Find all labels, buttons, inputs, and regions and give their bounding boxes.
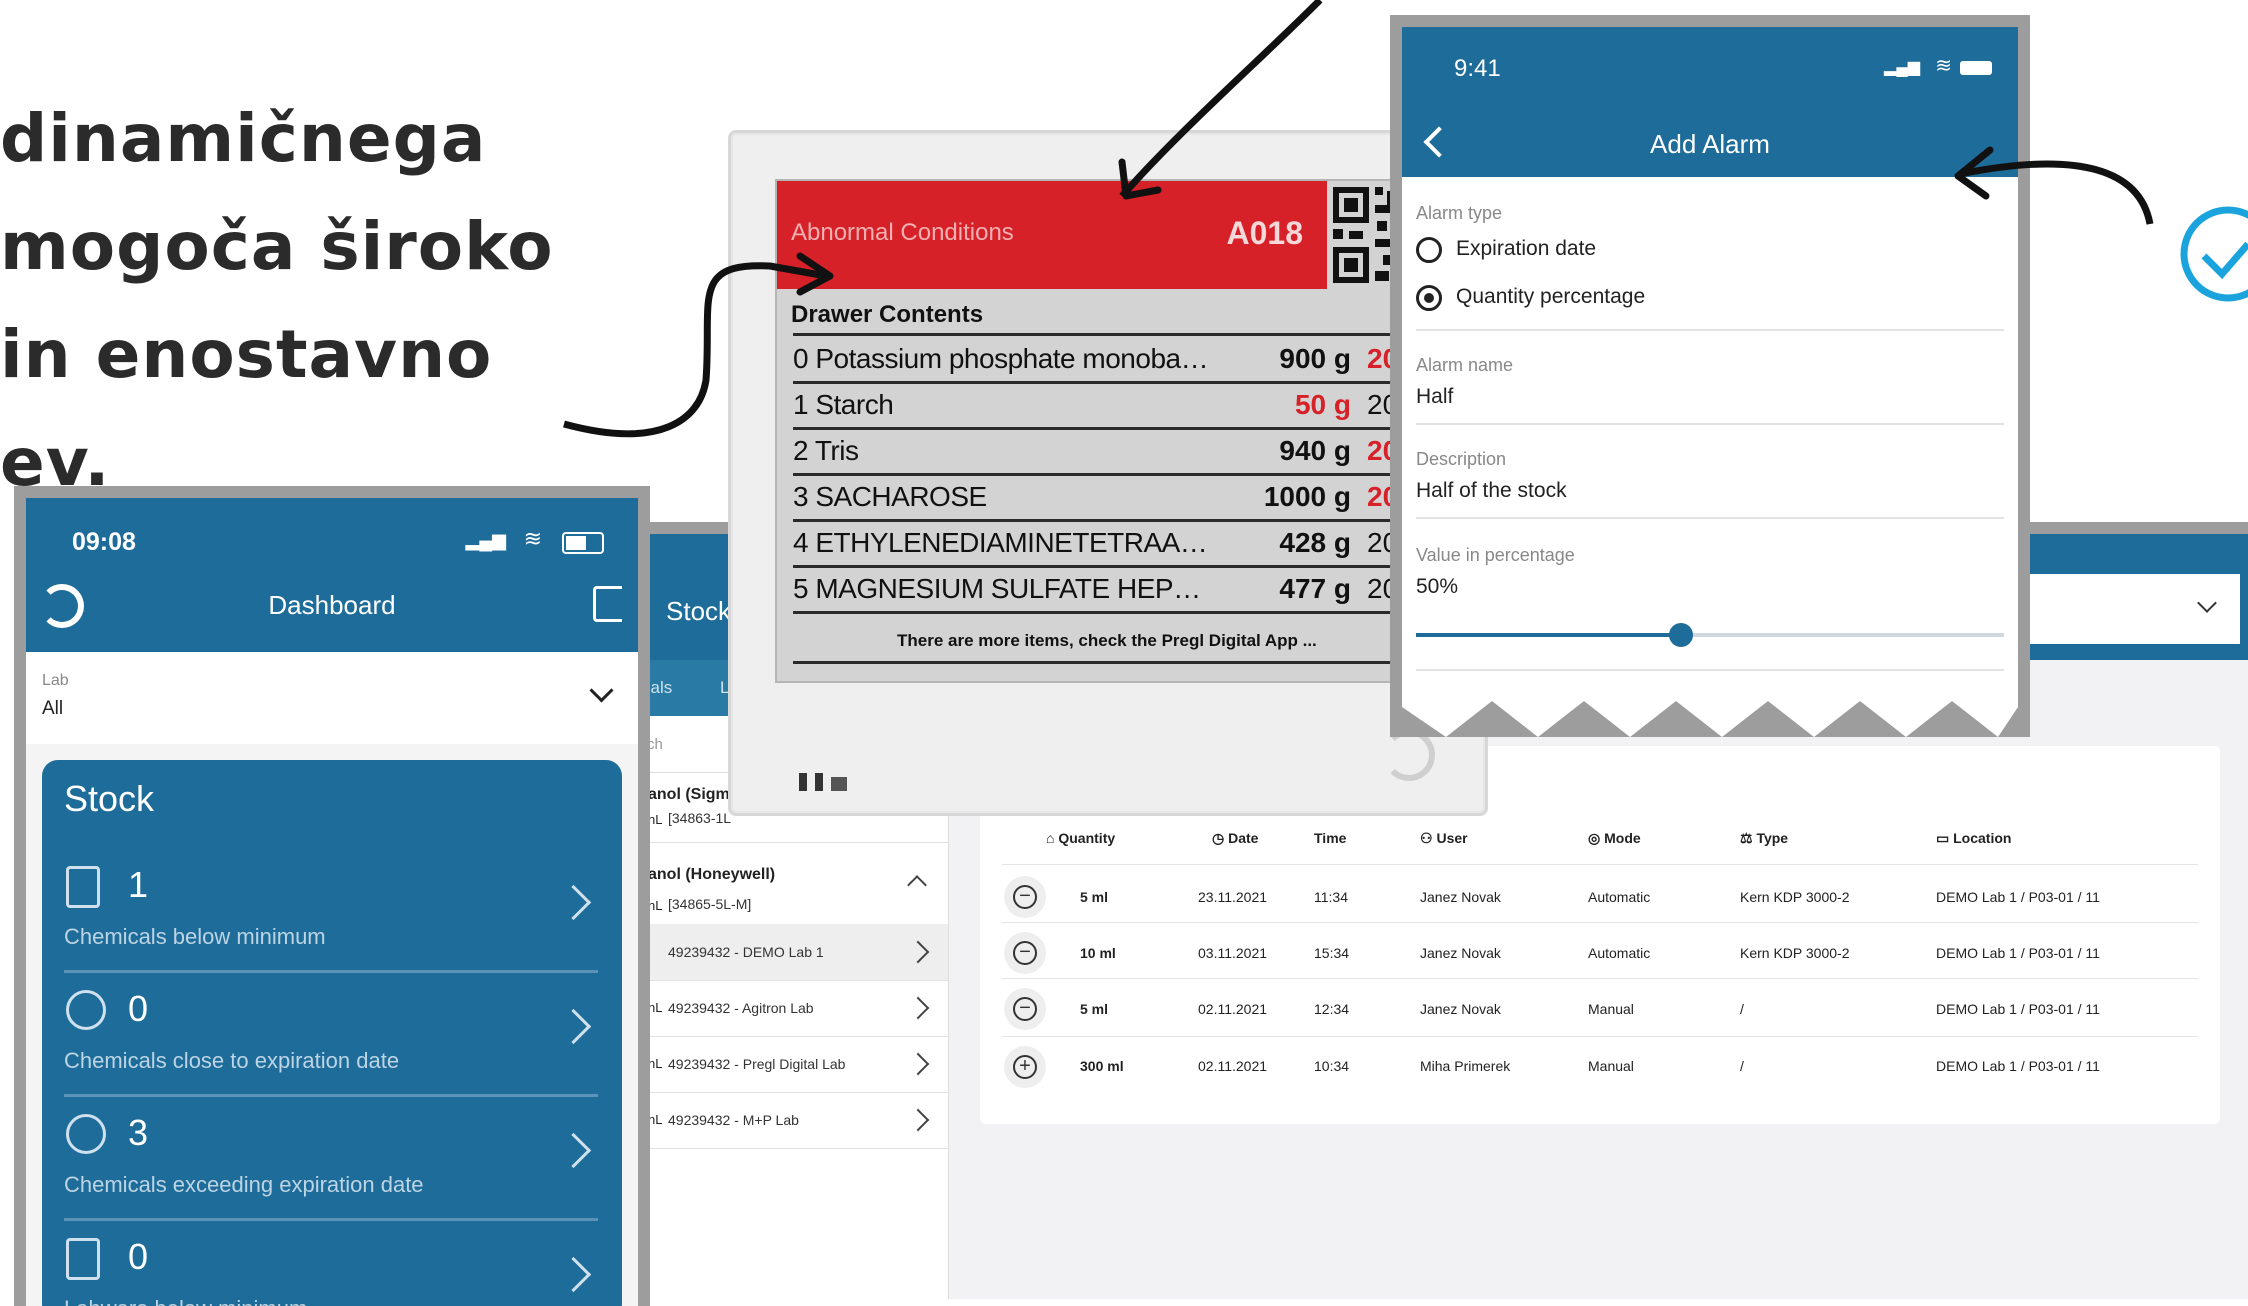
arrow-to-drawer-contents <box>563 262 827 438</box>
annotation-layer <box>563 0 2248 438</box>
arrow-to-epaper-status <box>1119 0 1323 199</box>
stat-label: Labware below minimum <box>64 1296 307 1306</box>
